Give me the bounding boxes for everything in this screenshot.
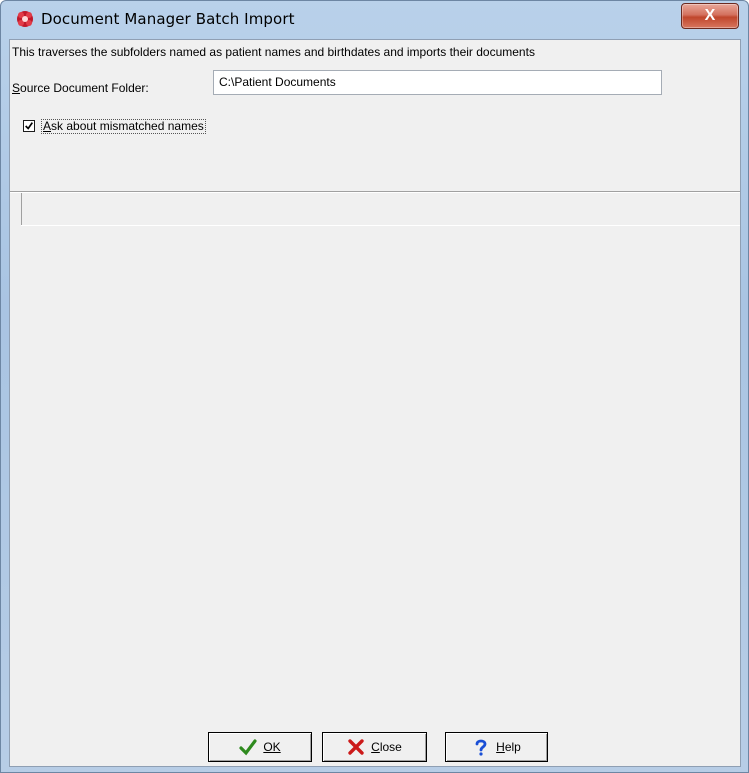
- ask-mismatched-checkbox[interactable]: [23, 120, 35, 132]
- help-button-mnemonic: H: [496, 740, 505, 754]
- source-folder-input[interactable]: C:\Patient Documents: [213, 70, 662, 95]
- close-button-label: Close: [371, 740, 402, 754]
- ask-mismatched-label-mnemonic: A: [43, 119, 52, 133]
- batch-import-window: Document Manager Batch Import X This tra…: [0, 0, 749, 773]
- description-text: This traverses the subfolders named as p…: [12, 45, 535, 59]
- progress-panel: [21, 193, 739, 225]
- source-folder-label-text: ource Document Folder:: [20, 81, 149, 95]
- title-bar[interactable]: Document Manager Batch Import X: [1, 1, 748, 39]
- green-check-icon: [239, 739, 257, 756]
- window-close-button[interactable]: X: [681, 3, 739, 29]
- ok-button[interactable]: OK: [208, 732, 312, 762]
- help-button-label: Help: [496, 740, 521, 754]
- close-button-mnemonic: C: [371, 740, 380, 754]
- source-folder-label-mnemonic: S: [12, 81, 21, 95]
- help-button-text: elp: [504, 740, 521, 754]
- window-title: Document Manager Batch Import: [41, 10, 295, 28]
- dialog-client-area: [9, 39, 741, 767]
- close-button[interactable]: Close: [322, 732, 427, 762]
- source-folder-label: Source Document Folder:: [12, 81, 149, 95]
- app-logo-icon: [17, 11, 33, 27]
- ask-mismatched-label-text: sk about mismatched names: [51, 119, 204, 133]
- ask-mismatched-label[interactable]: Ask about mismatched names: [41, 119, 206, 134]
- close-button-text: lose: [379, 740, 402, 754]
- checkmark-icon: [25, 122, 34, 130]
- ok-button-label: OK: [263, 740, 281, 754]
- help-button[interactable]: Help: [445, 732, 548, 762]
- red-x-icon: [348, 739, 364, 755]
- blue-question-icon: [475, 739, 487, 756]
- progress-divider: [21, 225, 740, 226]
